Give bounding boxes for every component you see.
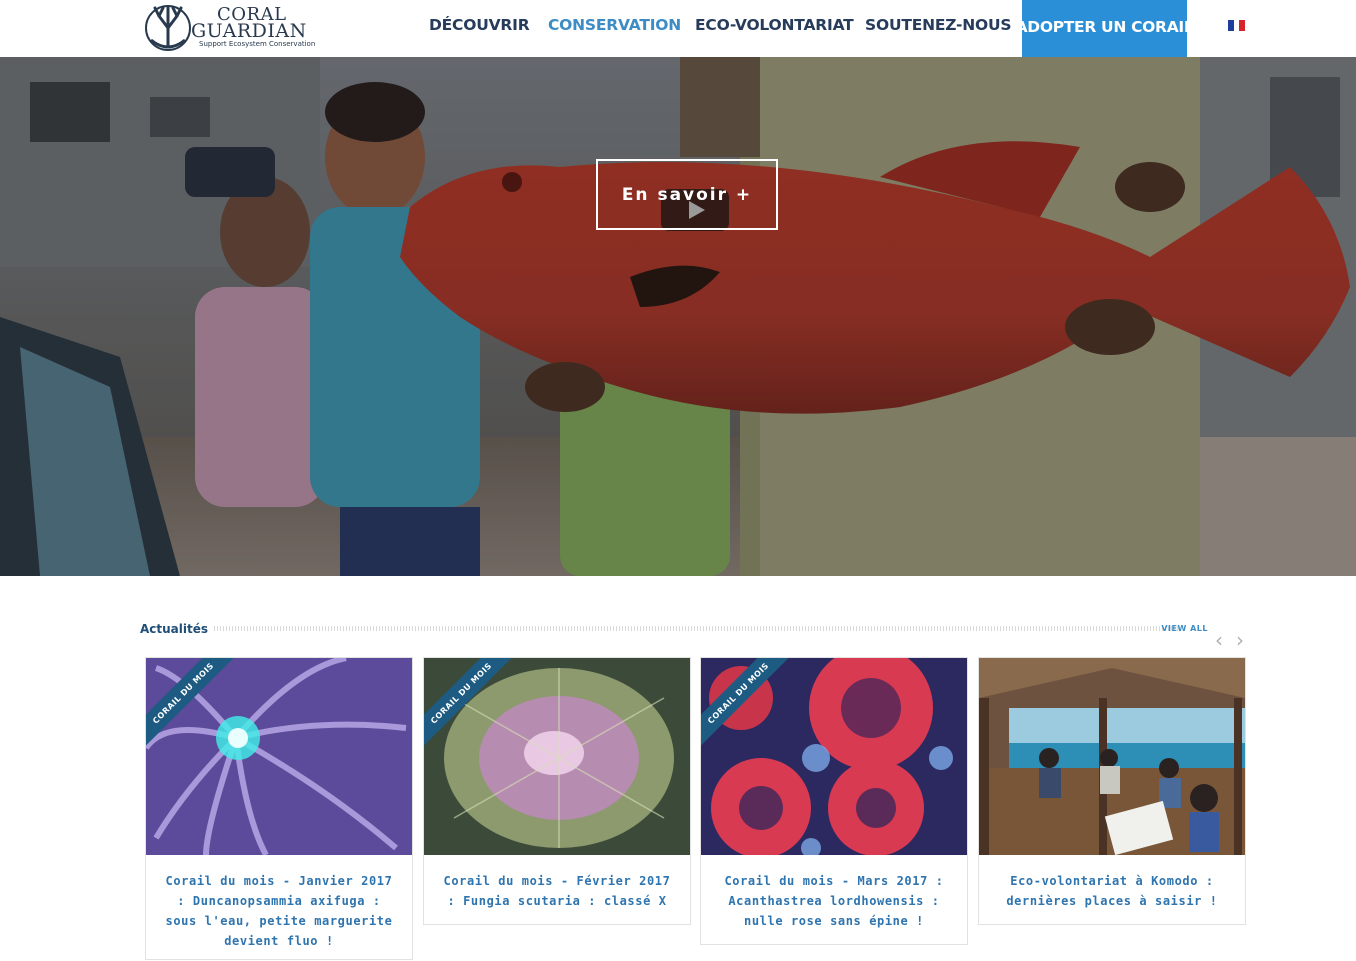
news-card-image[interactable]: CORAIL DU MOIS (424, 658, 690, 855)
news-card-image[interactable]: CORAIL DU MOIS (701, 658, 967, 855)
logo-tagline: Support Ecosystem Conservation (199, 40, 316, 48)
news-card[interactable]: CORAIL DU MOIS Corail du mois - Mars 201… (700, 657, 968, 945)
news-card-title[interactable]: Corail du mois - Mars 2017 : Acanthastre… (701, 855, 967, 941)
chevron-left-icon[interactable]: ‹ (1215, 630, 1223, 650)
news-card[interactable]: CORAIL DU MOIS Corail du mois - Février … (423, 657, 691, 925)
coral-logo-icon (145, 5, 191, 51)
news-divider (202, 626, 1178, 631)
nav-item-conservation[interactable]: CONSERVATION (548, 16, 681, 34)
adopt-coral-button[interactable]: ADOPTER UN CORAIL (1016, 0, 1194, 57)
site-header: CORAL GUARDIAN Support Ecosystem Conserv… (0, 0, 1356, 57)
news-card-image[interactable]: CORAIL DU MOIS (146, 658, 412, 855)
hero-banner: En savoir + (0, 57, 1356, 576)
news-card-image[interactable] (979, 658, 1245, 855)
nav-item-eco-volontariat[interactable]: ECO-VOLONTARIAT (695, 16, 854, 34)
news-card-title[interactable]: Corail du mois - Février 2017 : Fungia s… (424, 855, 690, 921)
learn-more-button[interactable]: En savoir + (596, 159, 778, 230)
french-flag-icon[interactable] (1228, 20, 1246, 31)
coral-guardian-logo[interactable]: CORAL GUARDIAN Support Ecosystem Conserv… (145, 2, 317, 54)
chevron-right-icon[interactable]: › (1236, 630, 1244, 650)
news-card-title[interactable]: Eco-volontariat à Komodo : dernières pla… (979, 855, 1245, 921)
nav-item-soutenez-nous[interactable]: SOUTENEZ-NOUS (865, 16, 1012, 34)
news-card[interactable]: CORAIL DU MOIS Corail du mois - Janvier … (145, 657, 413, 960)
nav-item-decouvrir[interactable]: DÉCOUVRIR (429, 16, 530, 34)
news-header: Actualités VIEW ALL (140, 622, 1210, 636)
news-card[interactable]: Eco-volontariat à Komodo : dernières pla… (978, 657, 1246, 925)
view-all-link[interactable]: VIEW ALL (1161, 624, 1208, 633)
news-title: Actualités (140, 622, 213, 636)
hero-photo (0, 57, 1356, 576)
logo-line2: GUARDIAN (191, 20, 307, 42)
news-card-title[interactable]: Corail du mois - Janvier 2017 : Duncanop… (146, 855, 412, 961)
